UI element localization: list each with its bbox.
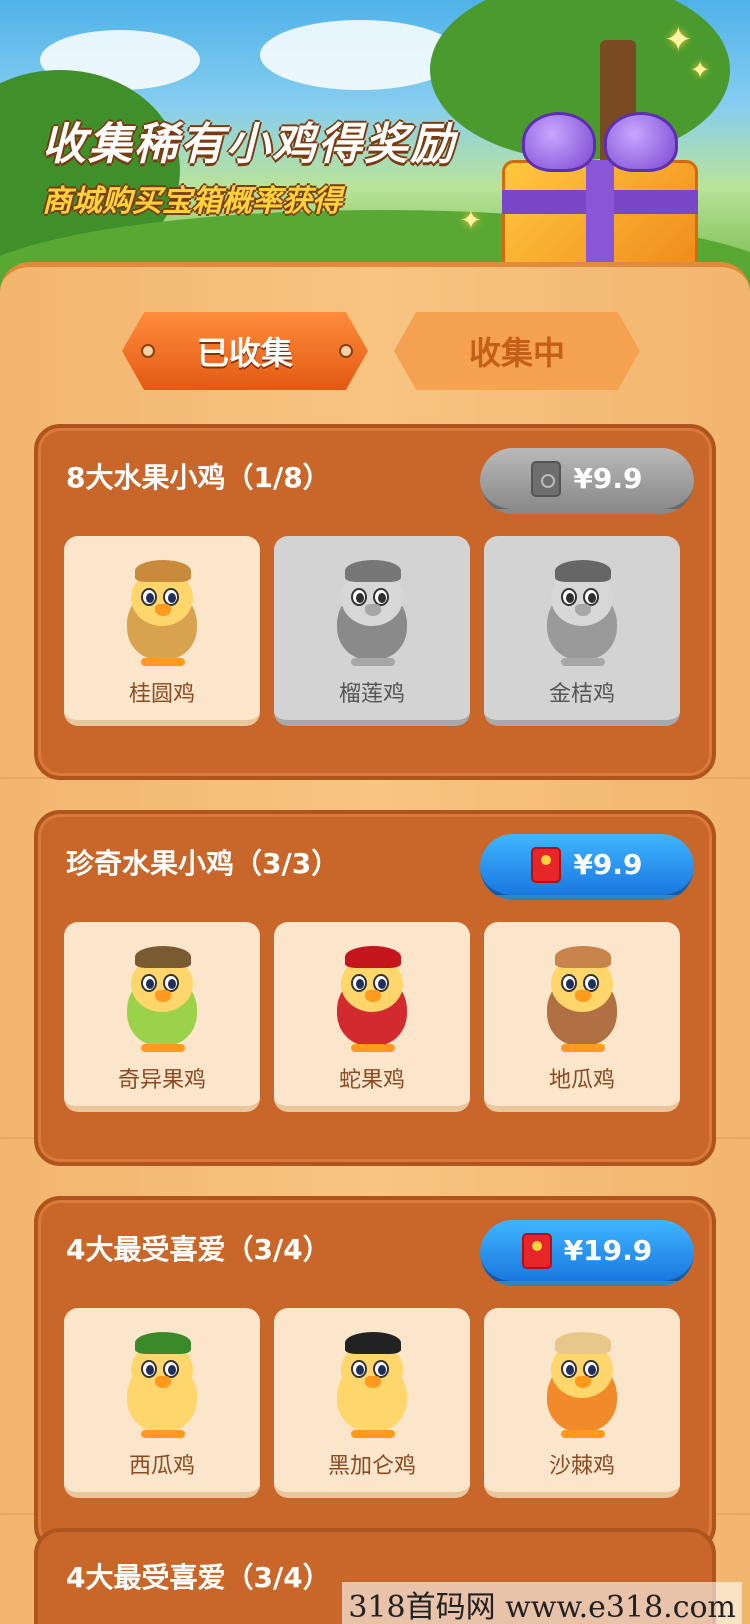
chick-illustration — [537, 1330, 627, 1440]
chick-card[interactable]: 黑加仑鸡 — [274, 1308, 470, 1498]
chick-illustration — [117, 944, 207, 1054]
tab-collected[interactable]: 已收集 — [122, 312, 368, 390]
tab-collecting[interactable]: 收集中 — [394, 312, 640, 390]
hero-subtitle: 商城购买宝箱概率获得 — [42, 184, 342, 219]
chick-card[interactable]: 桂圆鸡 — [64, 536, 260, 726]
hero-title: 收集稀有小鸡得奖励 — [42, 119, 456, 170]
chick-name: 奇异果鸡 — [117, 1068, 206, 1093]
red-packet-icon — [531, 846, 562, 883]
chick-name: 沙棘鸡 — [548, 1454, 615, 1479]
buy-button[interactable]: ¥9.9 — [480, 448, 694, 514]
section-title: 4大最受喜爱（3/4） — [66, 1233, 331, 1266]
watermark: 318首码网 www.e318.com — [342, 1582, 742, 1624]
screw-icon — [141, 344, 155, 358]
chick-illustration — [117, 558, 207, 668]
price-label: ¥19.9 — [563, 1234, 653, 1267]
chick-illustration — [117, 1330, 207, 1440]
section-title: 4大最受喜爱（3/4） — [66, 1561, 331, 1594]
section-title: 8大水果小鸡（1/8） — [66, 461, 331, 494]
collection-section: 4大最受喜爱（3/4） ¥19.9 西瓜鸡 黑加仑鸡 沙棘鸡 — [34, 1196, 716, 1552]
collection-section: 珍奇水果小鸡（3/3） ¥9.9 奇异果鸡 蛇果鸡 地瓜鸡 — [34, 810, 716, 1166]
chick-illustration — [327, 558, 417, 668]
chick-name: 桂圆鸡 — [128, 682, 195, 707]
price-label: ¥9.9 — [573, 848, 643, 881]
chick-illustration — [537, 944, 627, 1054]
sparkle-icon: ✦ — [690, 56, 711, 84]
tab-label: 已收集 — [196, 334, 293, 372]
chick-card[interactable]: 奇异果鸡 — [64, 922, 260, 1112]
screw-icon — [339, 344, 353, 358]
chick-card[interactable]: 地瓜鸡 — [484, 922, 680, 1112]
safe-icon — [531, 460, 562, 497]
chick-name: 蛇果鸡 — [338, 1068, 405, 1093]
gift-box-icon — [494, 112, 704, 278]
chick-name: 地瓜鸡 — [548, 1068, 615, 1093]
chick-illustration — [327, 944, 417, 1054]
buy-button[interactable]: ¥9.9 — [480, 834, 694, 900]
chick-illustration — [537, 558, 627, 668]
buy-button[interactable]: ¥19.9 — [480, 1220, 694, 1286]
tab-label: 收集中 — [468, 334, 565, 372]
chick-illustration — [327, 1330, 417, 1440]
red-packet-icon — [521, 1232, 552, 1269]
collection-section: 8大水果小鸡（1/8） ¥9.9 桂圆鸡 榴莲鸡 金桔鸡 — [34, 424, 716, 780]
chick-name: 黑加仑鸡 — [327, 1454, 416, 1479]
price-label: ¥9.9 — [573, 462, 643, 495]
chick-name: 金桔鸡 — [548, 682, 615, 707]
chick-card-locked[interactable]: 榴莲鸡 — [274, 536, 470, 726]
chick-name: 榴莲鸡 — [338, 682, 405, 707]
sparkle-icon: ✦ — [460, 206, 482, 236]
chick-card[interactable]: 西瓜鸡 — [64, 1308, 260, 1498]
hero-banner: 收集稀有小鸡得奖励 商城购买宝箱概率获得 ✦ ✦ ✦ — [0, 0, 750, 300]
chick-card-locked[interactable]: 金桔鸡 — [484, 536, 680, 726]
section-title: 珍奇水果小鸡（3/3） — [66, 847, 340, 880]
sparkle-icon: ✦ — [664, 20, 693, 60]
chick-card[interactable]: 沙棘鸡 — [484, 1308, 680, 1498]
chick-name: 西瓜鸡 — [128, 1454, 195, 1479]
chick-card[interactable]: 蛇果鸡 — [274, 922, 470, 1112]
